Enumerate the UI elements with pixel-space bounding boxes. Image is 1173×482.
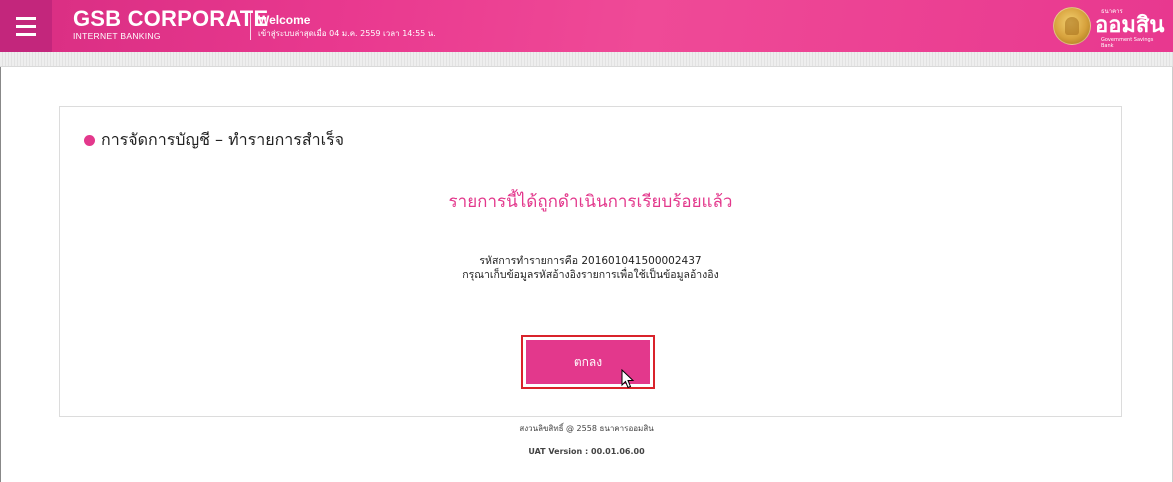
menu-line [16, 24, 36, 28]
hamburger-menu-icon[interactable] [0, 0, 52, 52]
logo-english-text: Government Savings Bank [1101, 37, 1154, 49]
version-text: UAT Version : 00.01.06.00 [528, 447, 645, 456]
logo-name: ออมสิน [1095, 12, 1165, 37]
welcome-block: Welcome เข้าสู่ระบบล่าสุดเมื่อ 04 ม.ค. 2… [258, 14, 436, 39]
brand[interactable]: GSB CORPORATE INTERNET BANKING [73, 6, 269, 42]
reference-note-text: กรุณาเก็บข้อมูลรหัสอ้างอิงรายการเพื่อใช้… [462, 269, 719, 281]
header-divider [250, 12, 251, 40]
menu-line [16, 16, 36, 20]
welcome-title: Welcome [258, 13, 311, 27]
last-login-text: เข้าสู่ระบบล่าสุดเมื่อ 04 ม.ค. 2559 เวลา… [258, 29, 436, 38]
copyright-text: สงวนลิขสิทธิ์ @ 2558 ธนาคารออมสิน [519, 424, 654, 433]
menu-line [16, 32, 36, 36]
section-title: การจัดการบัญชี – ทำรายการสำเร็จ [84, 129, 344, 151]
logo-text: ธนาคาร ออมสิน Government Savings Bank [1095, 6, 1165, 49]
brand-title: GSB CORPORATE [73, 6, 269, 31]
top-header: GSB CORPORATE INTERNET BANKING Welcome เ… [0, 0, 1173, 52]
header-stripe [0, 52, 1173, 67]
window-border-left [0, 0, 1, 482]
success-message: รายการนี้ได้ถูกดำเนินการเรียบร้อยแล้ว [448, 192, 733, 212]
brand-subtitle: INTERNET BANKING [73, 31, 161, 41]
bullet-icon [84, 134, 95, 146]
mouse-cursor-icon [621, 369, 635, 389]
gsb-emblem-icon [1053, 7, 1091, 45]
gsb-logo: ธนาคาร ออมสิน Government Savings Bank [1053, 6, 1165, 49]
result-panel: การจัดการบัญชี – ทำรายการสำเร็จ รายการนี… [59, 106, 1122, 417]
reference-number-text: รหัสการทำรายการคือ 201601041500002437 [479, 255, 702, 267]
section-title-text: การจัดการบัญชี – ทำรายการสำเร็จ [101, 130, 345, 149]
